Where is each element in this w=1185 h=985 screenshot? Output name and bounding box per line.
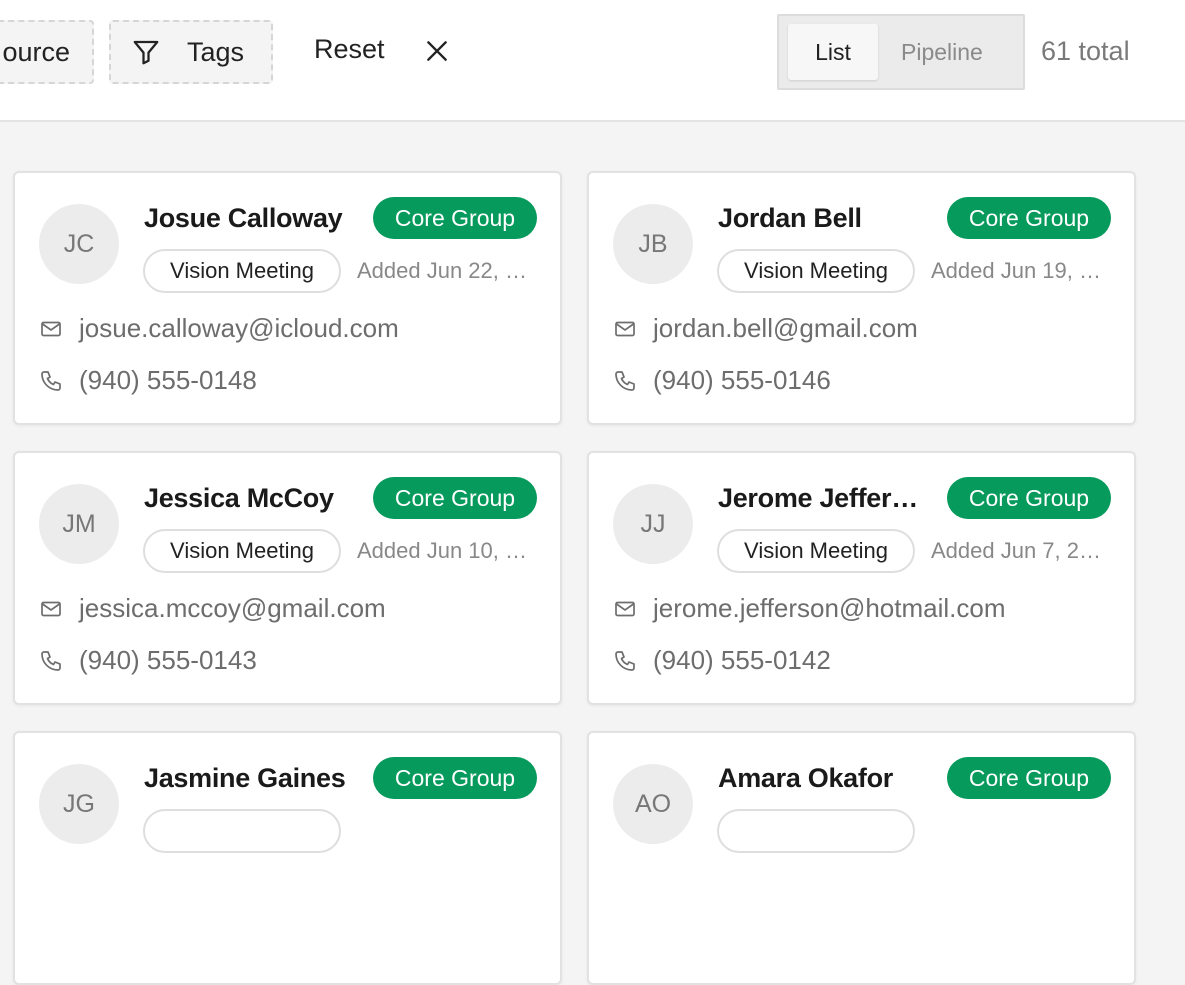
- contact-name[interactable]: Jordan Bell: [718, 203, 923, 234]
- mail-icon: [613, 597, 637, 621]
- contact-email[interactable]: jordan.bell@gmail.com: [653, 313, 918, 344]
- avatar: JB: [613, 204, 693, 284]
- meeting-tag: Vision Meeting: [143, 249, 341, 293]
- meeting-tag: Vision Meeting: [717, 529, 915, 573]
- email-row: josue.calloway@icloud.com: [39, 313, 399, 344]
- contact-phone[interactable]: (940) 555-0148: [79, 365, 257, 396]
- group-badge: Core Group: [947, 477, 1111, 519]
- avatar: JJ: [613, 484, 693, 564]
- mail-icon: [39, 317, 63, 341]
- contact-phone[interactable]: (940) 555-0143: [79, 645, 257, 676]
- tags-filter-label: Tags: [187, 36, 245, 67]
- meeting-tag: [143, 809, 341, 853]
- contact-card[interactable]: JM Jessica McCoy Core Group Vision Meeti…: [13, 451, 562, 705]
- contact-card[interactable]: JB Jordan Bell Core Group Vision Meeting…: [587, 171, 1136, 425]
- phone-row: (940) 555-0143: [39, 645, 257, 676]
- contact-name[interactable]: Jessica McCoy: [144, 483, 349, 514]
- email-row: jerome.jefferson@hotmail.com: [613, 593, 1006, 624]
- contact-name[interactable]: Amara Okafor: [718, 763, 923, 794]
- added-date: Added Jun 10, 2025: [357, 538, 539, 563]
- contact-phone[interactable]: (940) 555-0142: [653, 645, 831, 676]
- group-badge: Core Group: [947, 757, 1111, 799]
- total-count: 61 total: [1041, 36, 1130, 66]
- group-badge: Core Group: [373, 477, 537, 519]
- source-filter-button[interactable]: ource: [0, 20, 94, 84]
- meeting-tag: [717, 809, 915, 853]
- contact-card[interactable]: JC Josue Calloway Core Group Vision Meet…: [13, 171, 562, 425]
- tags-filter-button[interactable]: Tags: [109, 20, 273, 84]
- contact-phone[interactable]: (940) 555-0146: [653, 365, 831, 396]
- mail-icon: [613, 317, 637, 341]
- phone-row: (940) 555-0142: [613, 645, 831, 676]
- added-date: Added Jun 19, 2025: [931, 258, 1113, 283]
- contact-name[interactable]: Jerome Jefferson: [718, 483, 923, 514]
- group-badge: Core Group: [373, 197, 537, 239]
- list-view-tab[interactable]: List: [788, 24, 878, 80]
- avatar: JM: [39, 484, 119, 564]
- filter-toolbar: ource Tags Reset List Pipeline 61 total: [0, 0, 1185, 122]
- contact-name[interactable]: Jasmine Gaines: [144, 763, 349, 794]
- contact-email[interactable]: jessica.mccoy@gmail.com: [79, 593, 386, 624]
- avatar: JC: [39, 204, 119, 284]
- phone-row: (940) 555-0146: [613, 365, 831, 396]
- contact-card[interactable]: JG Jasmine Gaines Core Group: [13, 731, 562, 985]
- phone-icon: [39, 369, 63, 393]
- group-badge: Core Group: [373, 757, 537, 799]
- meeting-tag: Vision Meeting: [143, 529, 341, 573]
- view-toggle: List Pipeline: [777, 14, 1025, 90]
- contact-card[interactable]: JJ Jerome Jefferson Core Group Vision Me…: [587, 451, 1136, 705]
- meeting-tag: Vision Meeting: [717, 249, 915, 293]
- avatar: JG: [39, 764, 119, 844]
- clear-filters-close-icon[interactable]: [424, 38, 450, 69]
- phone-row: (940) 555-0148: [39, 365, 257, 396]
- phone-icon: [613, 649, 637, 673]
- phone-icon: [613, 369, 637, 393]
- mail-icon: [39, 597, 63, 621]
- source-filter-label: ource: [2, 36, 70, 67]
- email-row: jordan.bell@gmail.com: [613, 313, 918, 344]
- email-row: jessica.mccoy@gmail.com: [39, 593, 386, 624]
- avatar: AO: [613, 764, 693, 844]
- filter-icon: [133, 40, 159, 65]
- phone-icon: [39, 649, 63, 673]
- contact-name[interactable]: Josue Calloway: [144, 203, 349, 234]
- added-date: Added Jun 7, 2025: [931, 538, 1113, 563]
- contact-email[interactable]: josue.calloway@icloud.com: [79, 313, 399, 344]
- group-badge: Core Group: [947, 197, 1111, 239]
- contact-email[interactable]: jerome.jefferson@hotmail.com: [653, 593, 1006, 624]
- pipeline-view-tab[interactable]: Pipeline: [901, 24, 983, 80]
- reset-filters-button[interactable]: Reset: [314, 34, 385, 65]
- added-date: Added Jun 22, 2025: [357, 258, 539, 283]
- contact-card[interactable]: AO Amara Okafor Core Group: [587, 731, 1136, 985]
